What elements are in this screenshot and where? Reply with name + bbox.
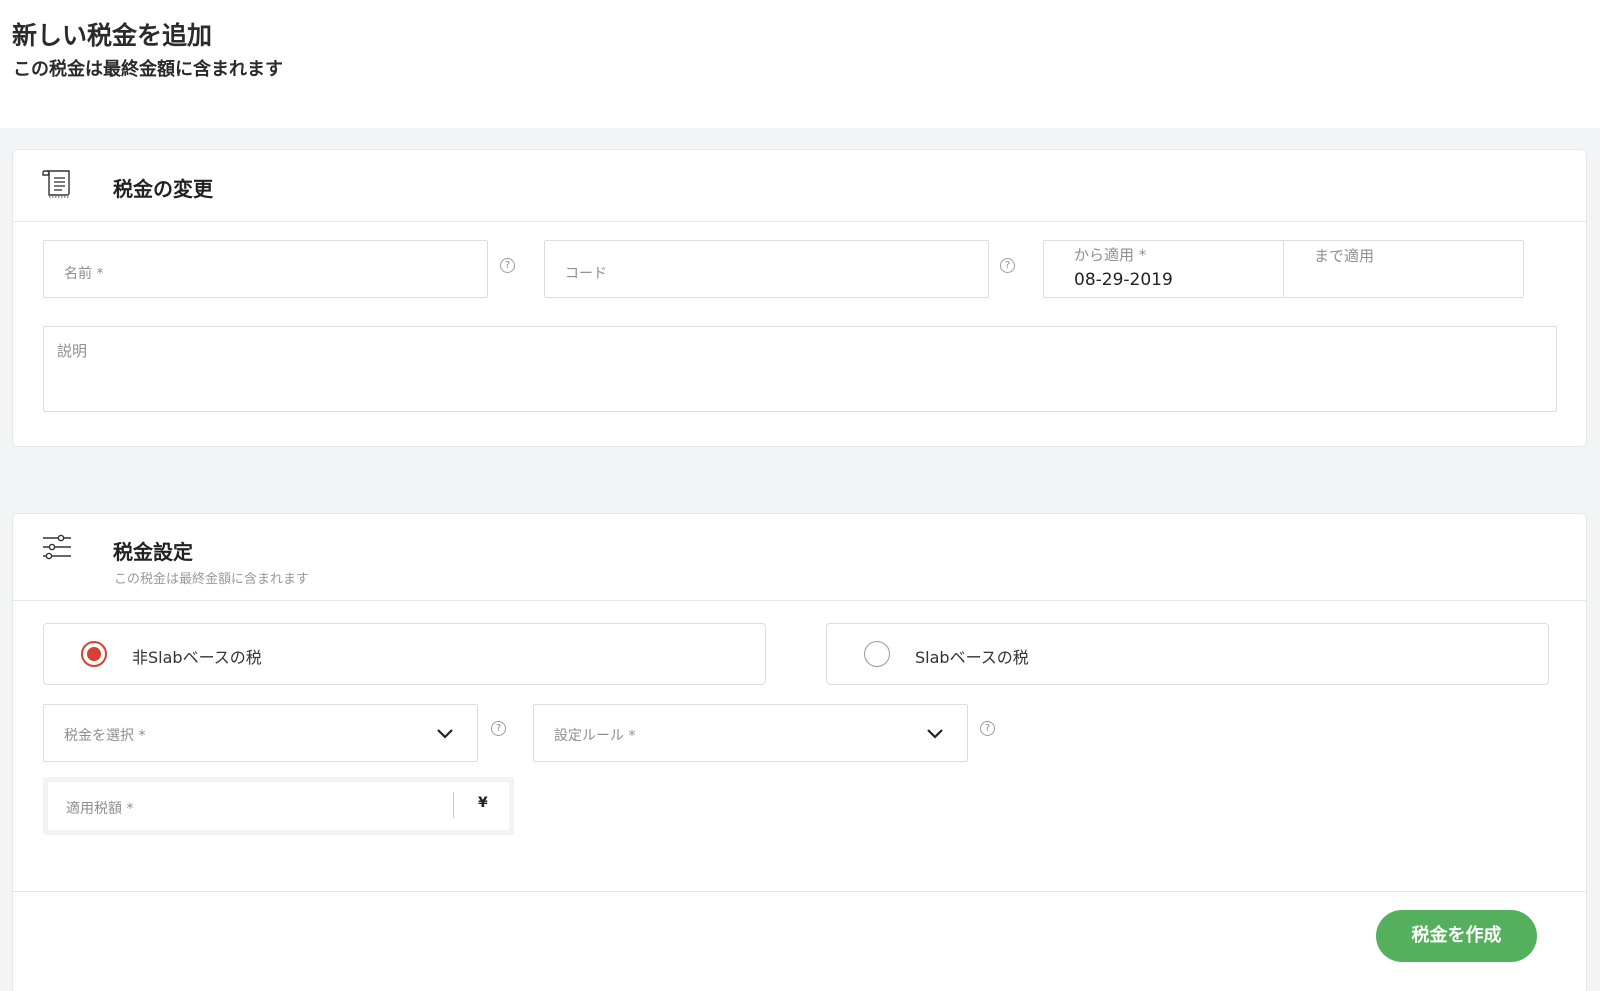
name-field[interactable]: 名前 * [43,240,488,298]
chevron-down-icon [437,729,453,739]
slab-label: Slabベースの税 [915,648,1029,667]
select-tax-dropdown[interactable]: 税金を選択 * [43,704,478,762]
setting-rule-label: 設定ルール * [554,728,636,744]
select-tax-help-icon[interactable]: ? [491,721,506,736]
page-header: 新しい税金を追加 この税金は最終金額に含まれます [0,0,1600,128]
receipt-icon [42,168,72,202]
non-slab-radio[interactable] [81,641,107,667]
code-help-icon[interactable]: ? [1000,258,1015,273]
tax-settings-title: 税金設定 [113,540,193,564]
tax-change-title: 税金の変更 [113,177,213,201]
tax-settings-description: この税金は最終金額に含まれます [114,572,310,587]
tax-settings-card-header: 税金設定 この税金は最終金額に含まれます [13,514,1586,601]
description-label: 説明 [57,342,88,360]
create-tax-button[interactable]: 税金を作成 [1376,910,1537,962]
currency-symbol: ¥ [478,795,488,811]
tax-amount-input[interactable]: 適用税額 * ¥ [48,782,509,830]
amount-divider [453,792,454,818]
tax-amount-field: 適用税額 * ¥ [43,777,514,835]
name-field-label: 名前 * [64,266,104,282]
to-date-field[interactable]: まで適用 [1283,240,1524,298]
select-tax-label: 税金を選択 * [64,728,146,744]
chevron-down-icon [927,729,943,739]
from-date-field[interactable]: から適用 * 08-29-2019 [1043,240,1284,298]
page-title: 新しい税金を追加 [12,21,213,50]
from-date-label: から適用 * [1074,246,1147,264]
slab-radio[interactable] [864,641,890,667]
non-slab-tax-option[interactable]: 非Slabベースの税 [43,623,766,685]
footer-divider [13,891,1586,892]
page-subtitle: この税金は最終金額に含まれます [13,59,283,80]
tax-change-card: 税金の変更 名前 * ? コード ? から適用 * 08-29-2019 まで適… [12,149,1587,447]
tax-settings-card: 税金設定 この税金は最終金額に含まれます 非Slabベースの税 Slabベースの… [12,513,1587,991]
description-field[interactable]: 説明 [43,326,1557,412]
to-date-label: まで適用 [1314,247,1375,265]
tax-change-card-header: 税金の変更 [13,150,1586,222]
code-field-label: コード [565,266,607,282]
setting-rule-dropdown[interactable]: 設定ルール * [533,704,968,762]
setting-rule-help-icon[interactable]: ? [980,721,995,736]
tax-amount-label: 適用税額 * [66,801,134,817]
name-help-icon[interactable]: ? [500,258,515,273]
code-field[interactable]: コード [544,240,989,298]
sliders-icon [42,534,72,566]
non-slab-label: 非Slabベースの税 [132,648,262,667]
from-date-value: 08-29-2019 [1074,270,1173,290]
slab-tax-option[interactable]: Slabベースの税 [826,623,1549,685]
